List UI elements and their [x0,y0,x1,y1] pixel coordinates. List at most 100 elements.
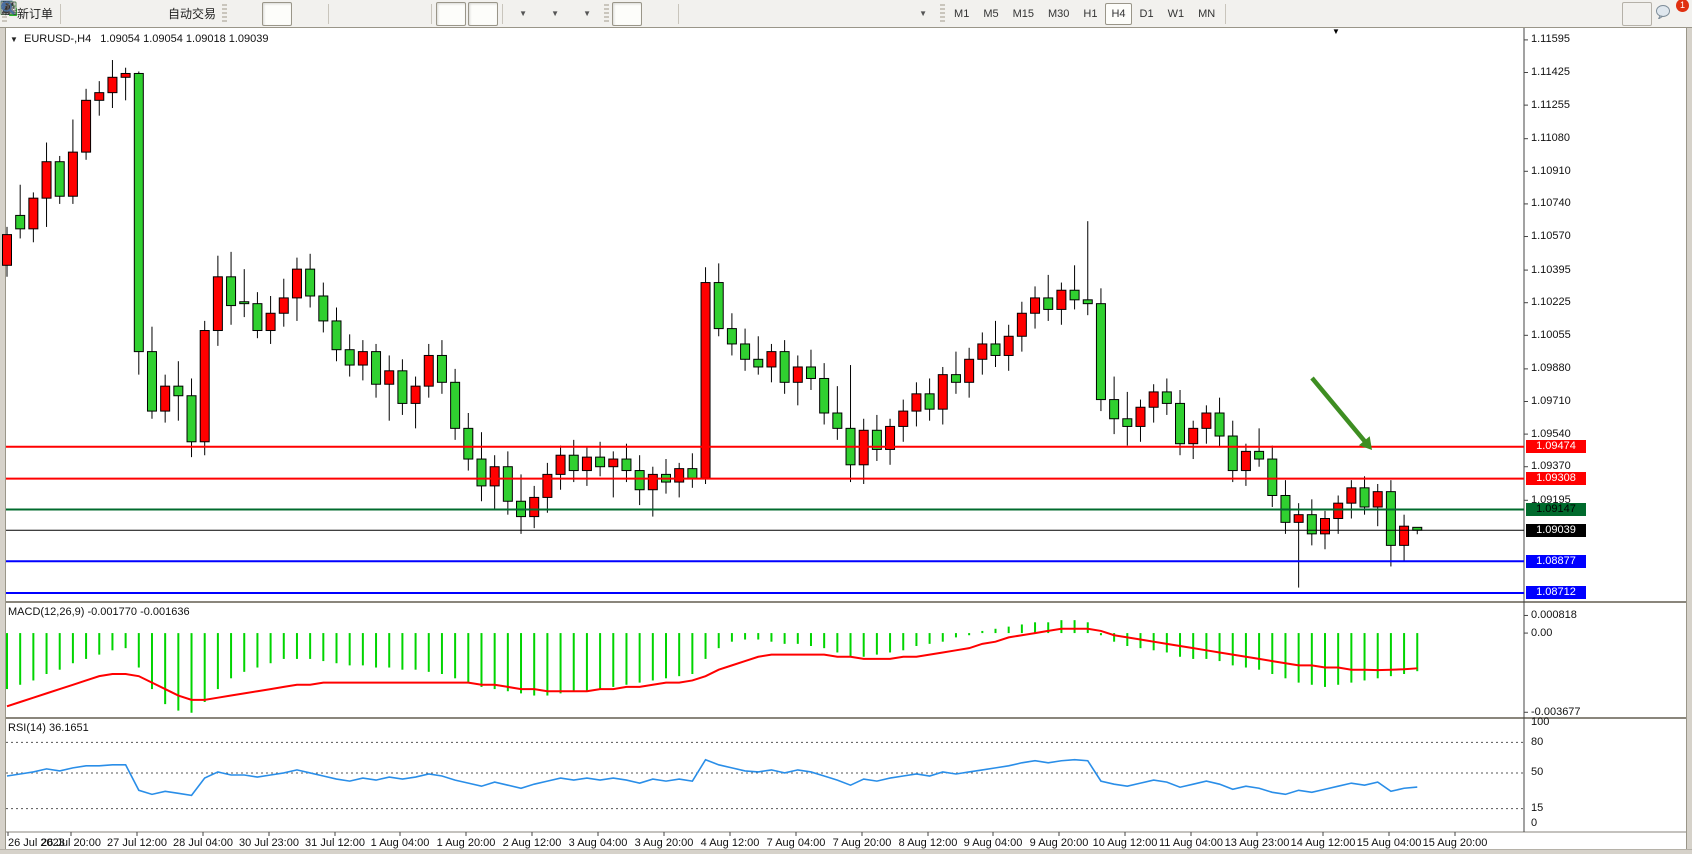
timeframe-button-D1[interactable]: D1 [1134,3,1160,25]
toolbar-separator [678,4,679,24]
time-axis-label: 3 Aug 20:00 [635,837,694,849]
window-bottom-border [0,849,1692,854]
time-axis-label: 26 Jul 20:00 [41,837,101,849]
horizontal-line-tool-button[interactable] [715,2,745,26]
window-left-border [0,28,6,854]
timeframe-button-W1[interactable]: W1 [1162,3,1191,25]
equidistant-channel-tool-button[interactable]: E [779,2,809,26]
templates-button[interactable]: ▼ [571,2,601,26]
zoom-out-button[interactable] [365,2,395,26]
time-axis-label: 30 Jul 23:00 [239,837,299,849]
price-tick-label: 1.10395 [1531,264,1571,276]
rsi-axis-label: 0 [1531,817,1537,829]
trendline-tool-button[interactable] [747,2,777,26]
timeframe-button-M30[interactable]: M30 [1042,3,1075,25]
chat-icon [1655,3,1672,19]
price-tick-label: 1.10055 [1531,329,1571,341]
timeframe-group: M1M5M15M30H1H4D1W1MN [947,3,1222,25]
rsi-axis-label: 100 [1531,716,1549,728]
window-right-border [1686,28,1692,854]
price-line-tag: 1.09474 [1526,440,1586,453]
price-tick-label: 1.09880 [1531,362,1571,374]
time-axis-label: 1 Aug 20:00 [437,837,496,849]
macd-indicator-label: MACD(12,26,9) -0.001770 -0.001636 [8,606,190,618]
data-window-button[interactable] [97,2,127,26]
time-axis-label: 14 Aug 12:00 [1291,837,1356,849]
price-tick-label: 1.11595 [1531,33,1570,45]
time-axis-label: 7 Aug 04:00 [767,837,826,849]
dropdown-arrow-icon: ▼ [919,9,927,18]
timeframe-button-M1[interactable]: M1 [948,3,975,25]
chart-symbol-period: EURUSD-,H4 [24,33,91,45]
signals-button[interactable] [129,2,159,26]
fibonacci-tool-button[interactable]: F [811,2,841,26]
macd-axis-label: 0.000818 [1531,609,1577,621]
toolbar-grip [940,4,945,24]
time-axis-label: 28 Jul 04:00 [173,837,233,849]
rsi-axis-label: 50 [1531,766,1543,778]
auto-trading-label: 自动交易 [168,5,216,22]
crosshair-tool-button[interactable] [644,2,674,26]
time-axis-label: 15 Aug 04:00 [1357,837,1422,849]
bar-chart-mode-button[interactable] [230,2,260,26]
main-toolbar: 新订单 自动交易 ▼ ▼ [0,0,1692,28]
time-axis-label: 13 Aug 23:00 [1225,837,1290,849]
cursor-tool-button[interactable] [612,2,642,26]
price-tick-label: 1.11255 [1531,99,1570,111]
time-axis-label: 15 Aug 20:00 [1423,837,1488,849]
price-tick-label: 1.10740 [1531,197,1571,209]
chart-collapse-icon[interactable]: ▼ [10,35,18,44]
time-axis-label: 11 Aug 04:00 [1159,837,1223,849]
label-tool-button[interactable]: T [875,2,905,26]
time-axis-label: 4 Aug 12:00 [701,837,760,849]
auto-scroll-button[interactable] [436,2,466,26]
price-line-tag: 1.09308 [1526,472,1586,485]
zoom-in-button[interactable] [333,2,363,26]
dropdown-arrow-icon: ▼ [519,9,527,18]
timeframe-button-H4[interactable]: H4 [1105,3,1131,25]
price-tick-label: 1.10910 [1531,165,1571,177]
price-tick-label: 1.09540 [1531,428,1571,440]
timeframe-button-H1[interactable]: H1 [1077,3,1103,25]
notifications-button[interactable]: 1 [1654,2,1684,26]
toolbar-separator [1225,4,1226,24]
trading-terminal-window: { "toolbar": { "new_order": "新订单", "auto… [0,0,1692,854]
price-tick-label: 1.10570 [1531,230,1571,242]
timeframe-button-M15[interactable]: M15 [1007,3,1040,25]
chart-window[interactable] [0,28,1692,854]
price-tick-label: 1.10225 [1531,296,1571,308]
toolbar-separator [60,4,61,24]
timeframe-button-MN[interactable]: MN [1192,3,1221,25]
market-watch-button[interactable] [65,2,95,26]
toolbar-grip [604,4,609,24]
vertical-line-tool-button[interactable] [683,2,713,26]
indicators-button[interactable]: ▼ [507,2,537,26]
arrows-tool-button[interactable]: ▼ [907,2,937,26]
price-line-tag: 1.09039 [1526,524,1586,537]
time-axis-label: 31 Jul 12:00 [305,837,365,849]
time-axis-label: 1 Aug 04:00 [371,837,430,849]
search-button[interactable] [1622,2,1652,26]
time-axis-label: 9 Aug 04:00 [964,837,1023,849]
notification-badge: 1 [1676,0,1689,12]
timeframe-button-M5[interactable]: M5 [977,3,1004,25]
time-axis-label: 10 Aug 12:00 [1093,837,1158,849]
chart-shift-button[interactable] [468,2,498,26]
rsi-indicator-label: RSI(14) 36.1651 [8,722,89,734]
toolbar-separator [328,4,329,24]
time-axis-label: 8 Aug 12:00 [899,837,958,849]
search-icon [0,0,16,16]
periods-button[interactable]: ▼ [539,2,569,26]
auto-trading-button[interactable]: 自动交易 [161,2,219,26]
time-axis-label: 3 Aug 04:00 [569,837,628,849]
candlestick-mode-button[interactable] [262,2,292,26]
time-axis-label: 2 Aug 12:00 [503,837,562,849]
line-chart-mode-button[interactable] [294,2,324,26]
price-line-tag: 1.08712 [1526,586,1586,599]
text-tool-button[interactable]: A [843,2,873,26]
chart-shift-marker-icon[interactable]: ▼ [1332,27,1340,36]
toolbar-separator [431,4,432,24]
time-axis-label: 7 Aug 20:00 [833,837,892,849]
toolbar-grip [222,4,227,24]
tile-windows-button[interactable] [397,2,427,26]
